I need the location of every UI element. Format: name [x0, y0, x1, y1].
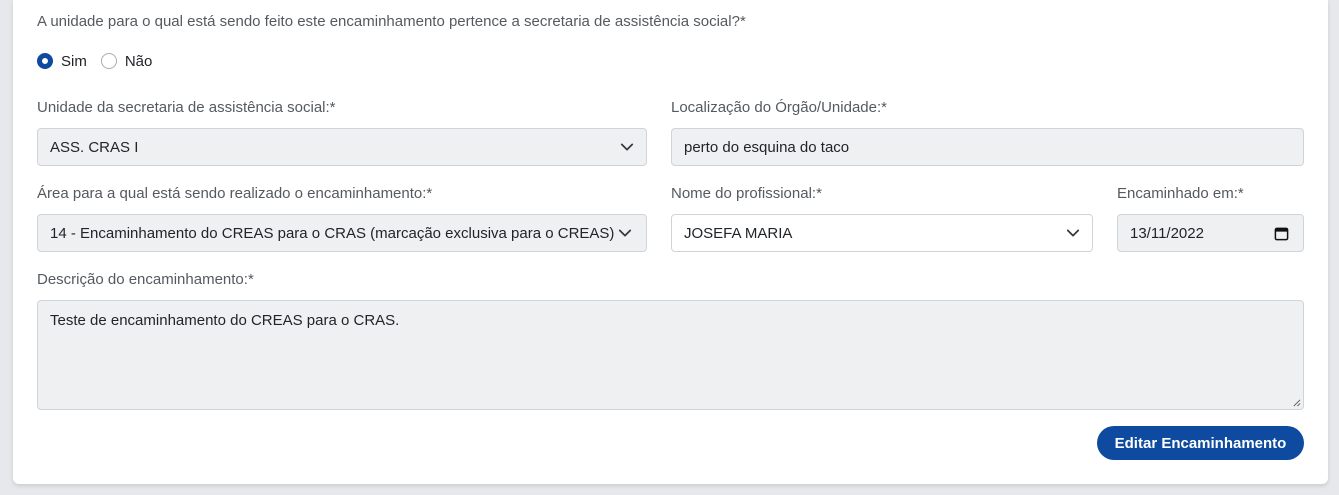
chevron-down-icon: [620, 143, 634, 151]
encaminhado-em-label: Encaminhado em:*: [1117, 185, 1244, 202]
radio-option-nao[interactable]: Não: [100, 52, 153, 70]
profissional-select[interactable]: JOSEFA MARIA: [671, 214, 1093, 252]
unidade-value: ASS. CRAS I: [50, 138, 139, 156]
unidade-select[interactable]: ASS. CRAS I: [37, 128, 647, 166]
radio-option-sim[interactable]: Sim: [37, 53, 87, 70]
chevron-down-icon: [1066, 229, 1080, 237]
resize-handle-icon[interactable]: [1292, 398, 1301, 407]
profissional-value: JOSEFA MARIA: [684, 224, 793, 242]
descricao-label: Descrição do encaminhamento:*: [37, 271, 254, 288]
question-label: A unidade para o qual está sendo feito e…: [37, 13, 746, 30]
chevron-down-icon: [618, 229, 632, 237]
localizacao-label: Localização do Órgão/Unidade:*: [671, 99, 887, 116]
radio-group: Sim Não: [37, 51, 166, 71]
area-value: 14 - Encaminhamento do CREAS para o CRAS…: [50, 224, 615, 242]
profissional-label: Nome do profissional:*: [671, 185, 822, 202]
radio-sim[interactable]: [37, 53, 53, 69]
descricao-value: Teste de encaminhamento do CREAS para o …: [50, 312, 400, 329]
radio-nao-label: Não: [124, 52, 153, 70]
encaminhado-em-value: 13/11/2022: [1130, 224, 1204, 242]
calendar-icon[interactable]: [1274, 226, 1289, 241]
descricao-textarea[interactable]: Teste de encaminhamento do CREAS para o …: [37, 300, 1304, 410]
localizacao-value: perto do esquina do taco: [684, 138, 850, 156]
area-select[interactable]: 14 - Encaminhamento do CREAS para o CRAS…: [37, 214, 647, 252]
editar-encaminhamento-button[interactable]: Editar Encaminhamento: [1097, 426, 1304, 460]
localizacao-input[interactable]: perto do esquina do taco: [671, 128, 1304, 166]
radio-sim-label: Sim: [61, 52, 87, 70]
unidade-label: Unidade da secretaria de assistência soc…: [37, 99, 336, 116]
area-label: Área para a qual está sendo realizado o …: [37, 185, 433, 202]
form-card: A unidade para o qual está sendo feito e…: [13, 0, 1328, 484]
radio-nao[interactable]: [100, 53, 117, 69]
encaminhado-em-date-input[interactable]: 13/11/2022: [1117, 214, 1304, 252]
